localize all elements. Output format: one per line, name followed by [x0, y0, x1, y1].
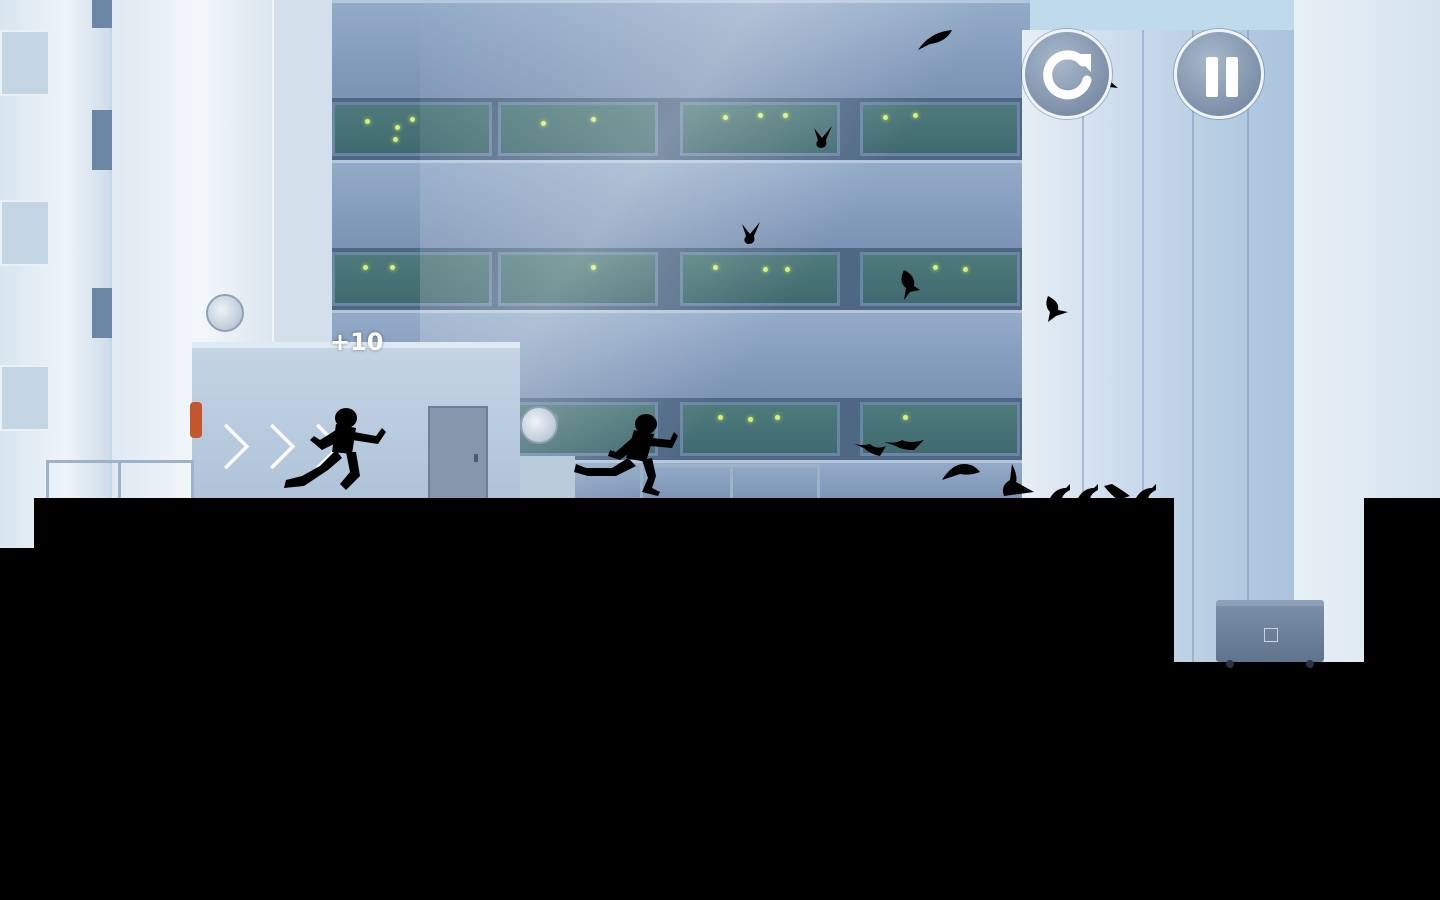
satellite-dish-icon — [206, 294, 244, 332]
bird-flock-icon — [854, 440, 924, 456]
restart-icon — [1043, 50, 1092, 100]
recycle-icon — [1264, 628, 1278, 642]
tower-panel — [0, 365, 50, 431]
bird-icon — [1046, 296, 1068, 322]
restart-button[interactable] — [1022, 29, 1112, 119]
office-slab — [332, 160, 1030, 251]
bird-icon — [1002, 464, 1034, 496]
score-popup: +10 — [330, 328, 384, 356]
window-row — [332, 248, 1030, 310]
rooftop-ground — [34, 498, 1174, 900]
bird-icon — [918, 30, 952, 50]
tower-stripe — [92, 0, 112, 28]
dumpster — [1216, 600, 1324, 668]
tower-panel — [0, 200, 50, 266]
bird-icon — [901, 270, 920, 300]
rooftop-ground-left — [0, 548, 40, 900]
rooftop-ground-right — [1364, 498, 1440, 900]
bird-icon — [742, 222, 760, 244]
wall-mark — [190, 402, 202, 438]
chaser-runner-icon — [574, 414, 678, 496]
tower-stripe — [92, 110, 112, 170]
bird-icon — [814, 126, 832, 148]
pause-button[interactable] — [1174, 29, 1264, 119]
tower-stripe — [92, 288, 112, 338]
tower-panel — [0, 30, 50, 96]
window-row — [332, 98, 1030, 160]
rooftop-wall — [520, 456, 575, 502]
bird-icon — [942, 464, 980, 480]
game-scene: +10 — [0, 0, 1440, 900]
railing — [46, 460, 194, 503]
player-runner-icon — [284, 408, 386, 490]
satellite-dish-icon — [520, 406, 558, 444]
hut-door — [428, 406, 488, 504]
